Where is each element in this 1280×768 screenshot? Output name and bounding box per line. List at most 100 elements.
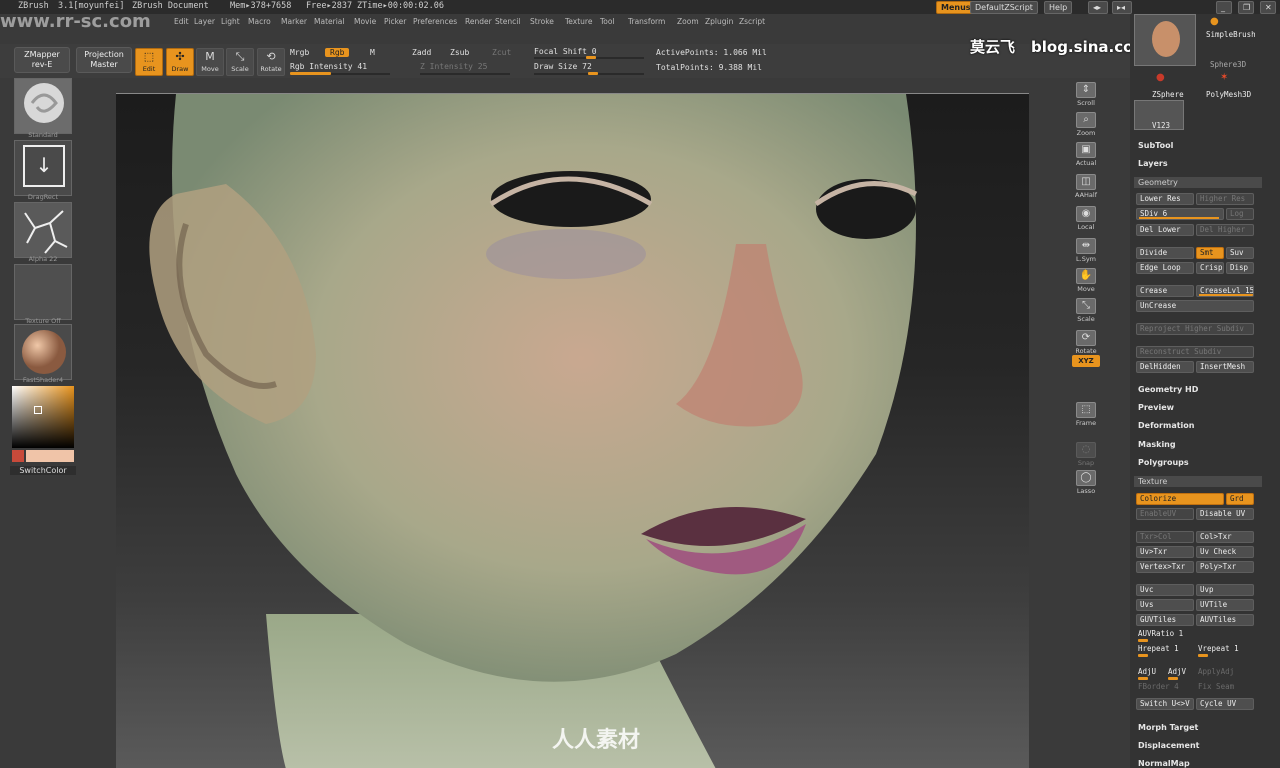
- layout2-icon[interactable]: ▸◂: [1112, 1, 1132, 14]
- menu-tool[interactable]: Tool: [600, 17, 615, 26]
- switch-uv-button[interactable]: Switch U<>V: [1136, 698, 1194, 710]
- rgb-intensity-slider[interactable]: Rgb Intensity 41: [290, 62, 367, 71]
- uvs-button[interactable]: Uvs: [1136, 599, 1194, 611]
- menu-picker[interactable]: Picker: [384, 17, 406, 26]
- m-toggle[interactable]: M: [370, 48, 375, 57]
- guvtiles-button[interactable]: GUVTiles: [1136, 614, 1194, 626]
- hrepeat-slider[interactable]: Hrepeat 1: [1138, 644, 1179, 653]
- col-txr-button[interactable]: Col>Txr: [1196, 531, 1254, 543]
- auvratio-knob[interactable]: [1138, 639, 1148, 642]
- auvtiles-button[interactable]: AUVTiles: [1196, 614, 1254, 626]
- z-intensity-track[interactable]: [420, 73, 510, 75]
- default-zscript-button[interactable]: DefaultZScript: [970, 1, 1038, 14]
- layout-icon[interactable]: ◂▸: [1088, 1, 1108, 14]
- reproject-button[interactable]: Reproject Higher Subdiv: [1136, 323, 1254, 335]
- normalmap-section[interactable]: NormalMap: [1138, 759, 1190, 768]
- smt-toggle[interactable]: Smt: [1196, 247, 1224, 259]
- txr-col-button[interactable]: Txr>Col: [1136, 531, 1194, 543]
- move-button[interactable]: M Move: [196, 48, 224, 76]
- menu-layer[interactable]: Layer: [194, 17, 215, 26]
- displacement-section[interactable]: Displacement: [1138, 741, 1199, 750]
- edit-button[interactable]: ⬚ Edit: [135, 48, 163, 76]
- menu-edit[interactable]: Edit: [174, 17, 189, 26]
- geometry-header[interactable]: Geometry: [1134, 177, 1262, 188]
- menu-movie[interactable]: Movie: [354, 17, 376, 26]
- help-button[interactable]: Help: [1044, 1, 1073, 14]
- suv-toggle[interactable]: Suv: [1226, 247, 1254, 259]
- close-icon[interactable]: ✕: [1260, 1, 1276, 14]
- uvp-button[interactable]: Uvp: [1196, 584, 1254, 596]
- main-color-swatch[interactable]: [26, 450, 74, 462]
- grd-toggle[interactable]: Grd: [1226, 493, 1254, 505]
- uvtile-button[interactable]: UVTile: [1196, 599, 1254, 611]
- scroll-button[interactable]: ⇕ Scroll: [1072, 82, 1100, 110]
- rotate-button[interactable]: ⟲ Rotate: [257, 48, 285, 76]
- divide-button[interactable]: Divide: [1136, 247, 1194, 259]
- adju-knob[interactable]: [1138, 677, 1148, 680]
- switch-color-button[interactable]: SwitchColor: [10, 466, 76, 475]
- vertex-txr-button[interactable]: Vertex>Txr: [1136, 561, 1194, 573]
- sdiv-slider[interactable]: SDiv 6: [1136, 208, 1224, 220]
- cycle-uv-button[interactable]: Cycle UV: [1196, 698, 1254, 710]
- zsphere-label[interactable]: ZSphere: [1152, 90, 1184, 99]
- log-button[interactable]: Log: [1226, 208, 1254, 220]
- zadd-toggle[interactable]: Zadd: [412, 48, 431, 57]
- insertmesh-button[interactable]: InsertMesh: [1196, 361, 1254, 373]
- crisp-toggle[interactable]: Crisp: [1196, 262, 1224, 274]
- z-intensity-slider[interactable]: Z Intensity 25: [420, 62, 487, 71]
- scale-button[interactable]: ⤡ Scale: [226, 48, 254, 76]
- menu-marker[interactable]: Marker: [281, 17, 307, 26]
- edge-loop-button[interactable]: Edge Loop: [1136, 262, 1194, 274]
- minimize-icon[interactable]: _: [1216, 1, 1232, 14]
- projection-master-button[interactable]: Projection Master: [76, 47, 132, 73]
- zsphere-icon[interactable]: ●: [1156, 72, 1165, 83]
- menu-render[interactable]: Render: [465, 17, 492, 26]
- polymesh-label[interactable]: PolyMesh3D: [1206, 90, 1251, 99]
- snap-button[interactable]: ◌ Snap: [1072, 442, 1100, 470]
- adju-slider[interactable]: AdjU: [1138, 667, 1156, 676]
- actual-button[interactable]: ▣ Actual: [1072, 142, 1100, 170]
- morph-target-section[interactable]: Morph Target: [1138, 723, 1198, 732]
- vrepeat-knob[interactable]: [1198, 654, 1208, 657]
- enable-uv-button[interactable]: EnableUV: [1136, 508, 1194, 520]
- draw-size-knob[interactable]: [588, 72, 598, 75]
- menu-stencil[interactable]: Stencil: [495, 17, 520, 26]
- texture-thumb[interactable]: [14, 264, 72, 320]
- auvratio-slider[interactable]: AUVRatio 1: [1138, 629, 1183, 638]
- scale-button[interactable]: ⤡ Scale: [1072, 298, 1100, 326]
- reconstruct-button[interactable]: Reconstruct Subdiv: [1136, 346, 1254, 358]
- uv-check-button[interactable]: Uv Check: [1196, 546, 1254, 558]
- subtool-section[interactable]: SubTool: [1138, 141, 1173, 150]
- disp-toggle[interactable]: Disp: [1226, 262, 1254, 274]
- polygroups-section[interactable]: Polygroups: [1138, 458, 1189, 467]
- vrepeat-slider[interactable]: Vrepeat 1: [1198, 644, 1239, 653]
- zoom-button[interactable]: ⌕ Zoom: [1072, 112, 1100, 140]
- texture-header[interactable]: Texture: [1134, 476, 1262, 487]
- local-button[interactable]: ◉ Local: [1072, 206, 1100, 234]
- current-tool-thumb[interactable]: [1134, 14, 1196, 66]
- hrepeat-knob[interactable]: [1138, 654, 1148, 657]
- rotate-button[interactable]: ⟳ Rotate: [1072, 330, 1100, 358]
- stroke-dragrect-thumb[interactable]: ↓: [14, 140, 72, 196]
- preview-section[interactable]: Preview: [1138, 403, 1174, 412]
- menu-preferences[interactable]: Preferences: [413, 17, 457, 26]
- secondary-color-swatch[interactable]: [12, 450, 24, 462]
- move-button[interactable]: ✋ Move: [1072, 268, 1100, 296]
- draw-button[interactable]: ✣ Draw: [166, 48, 194, 76]
- menu-zplugin[interactable]: Zplugin: [705, 17, 733, 26]
- uv-txr-button[interactable]: Uv>Txr: [1136, 546, 1194, 558]
- zsub-toggle[interactable]: Zsub: [450, 48, 469, 57]
- masking-section[interactable]: Masking: [1138, 440, 1176, 449]
- zcut-toggle[interactable]: Zcut: [492, 48, 511, 57]
- applyadj-button[interactable]: ApplyAdj: [1198, 667, 1234, 676]
- poly-txr-button[interactable]: Poly>Txr: [1196, 561, 1254, 573]
- adjv-slider[interactable]: AdjV: [1168, 667, 1186, 676]
- fborder-slider[interactable]: FBorder 4: [1138, 682, 1179, 691]
- simplebrush-icon[interactable]: ●: [1210, 16, 1219, 27]
- canvas-viewport[interactable]: [116, 93, 1029, 768]
- focal-shift-knob[interactable]: [586, 56, 596, 59]
- lower-res-button[interactable]: Lower Res: [1136, 193, 1194, 205]
- disable-uv-button[interactable]: Disable UV: [1196, 508, 1254, 520]
- focal-shift-slider[interactable]: Focal Shift 0: [534, 47, 597, 56]
- mrgb-toggle[interactable]: Mrgb: [290, 48, 309, 57]
